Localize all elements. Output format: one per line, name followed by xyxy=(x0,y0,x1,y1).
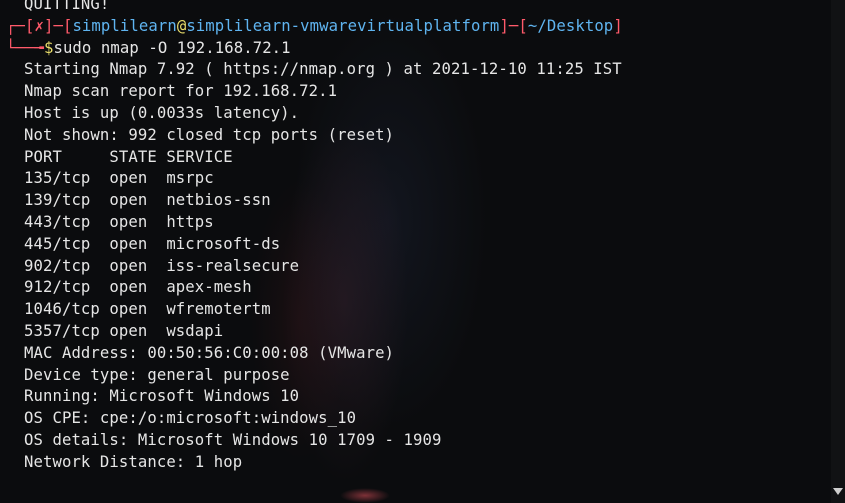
prompt-path: ~/Desktop xyxy=(527,16,614,35)
prompt-mid-bracket: ]─[ xyxy=(43,16,73,35)
scroll-down-arrow-icon[interactable] xyxy=(833,488,843,495)
output-line: 445/tcp open microsoft-ds xyxy=(24,234,281,253)
prompt-sep: ]─[ xyxy=(499,16,528,35)
error-x-icon: ✗ xyxy=(34,16,44,35)
output-line: Not shown: 992 closed tcp ports (reset) xyxy=(24,125,395,144)
output-line: PORT STATE SERVICE xyxy=(24,147,233,166)
output-line: Running: Microsoft Windows 10 xyxy=(24,387,300,406)
output-line: Starting Nmap 7.92 ( https://nmap.org ) … xyxy=(24,60,622,79)
output-line: OS details: Microsoft Windows 10 1709 - … xyxy=(24,430,442,449)
prompt-open-bracket: ┌─[ xyxy=(6,16,35,35)
output-line: Host is up (0.0033s latency). xyxy=(24,103,300,122)
prompt-line: ┌─[✗]─[simplilearn@simplilearn-vmwarevir… xyxy=(6,16,623,38)
output-line: 139/tcp open netbios-ssn xyxy=(24,191,271,210)
previous-output-line: QUITTING! xyxy=(24,0,110,13)
wallpaper-glow xyxy=(340,488,390,503)
output-line: Network Distance: 1 hop xyxy=(24,452,243,471)
prompt-close: ] xyxy=(613,16,623,35)
scrollbar[interactable] xyxy=(831,0,845,503)
command-line[interactable]: └──╼$sudo nmap -O 192.168.72.1 xyxy=(6,38,623,60)
output-line: 5357/tcp open wsdapi xyxy=(24,321,224,340)
output-line: 912/tcp open apex-mesh xyxy=(24,278,252,297)
prompt-user: simplilearn xyxy=(72,16,177,35)
output-line: MAC Address: 00:50:56:C0:00:08 (VMware) xyxy=(24,343,395,362)
prompt-host: simplilearn-vmwarevirtualplatform xyxy=(186,16,500,35)
terminal-text-area[interactable]: QUITTING! ┌─[✗]─[simplilearn@simplilearn… xyxy=(6,0,623,474)
terminal-window[interactable]: QUITTING! ┌─[✗]─[simplilearn@simplilearn… xyxy=(0,0,845,503)
output-line: Device type: general purpose xyxy=(24,365,290,384)
output-line: 443/tcp open https xyxy=(24,212,214,231)
output-line: OS CPE: cpe:/o:microsoft:windows_10 xyxy=(24,409,357,428)
prompt-at: @ xyxy=(176,16,187,35)
output-line: Nmap scan report for 192.168.72.1 xyxy=(24,82,338,101)
output-line: 1046/tcp open wfremotertm xyxy=(24,300,271,319)
command-text: sudo nmap -O 192.168.72.1 xyxy=(53,38,291,57)
prompt-corner: └──╼ xyxy=(6,38,44,57)
output-line: 135/tcp open msrpc xyxy=(24,169,214,188)
output-line: 902/tcp open iss-realsecure xyxy=(24,256,300,275)
